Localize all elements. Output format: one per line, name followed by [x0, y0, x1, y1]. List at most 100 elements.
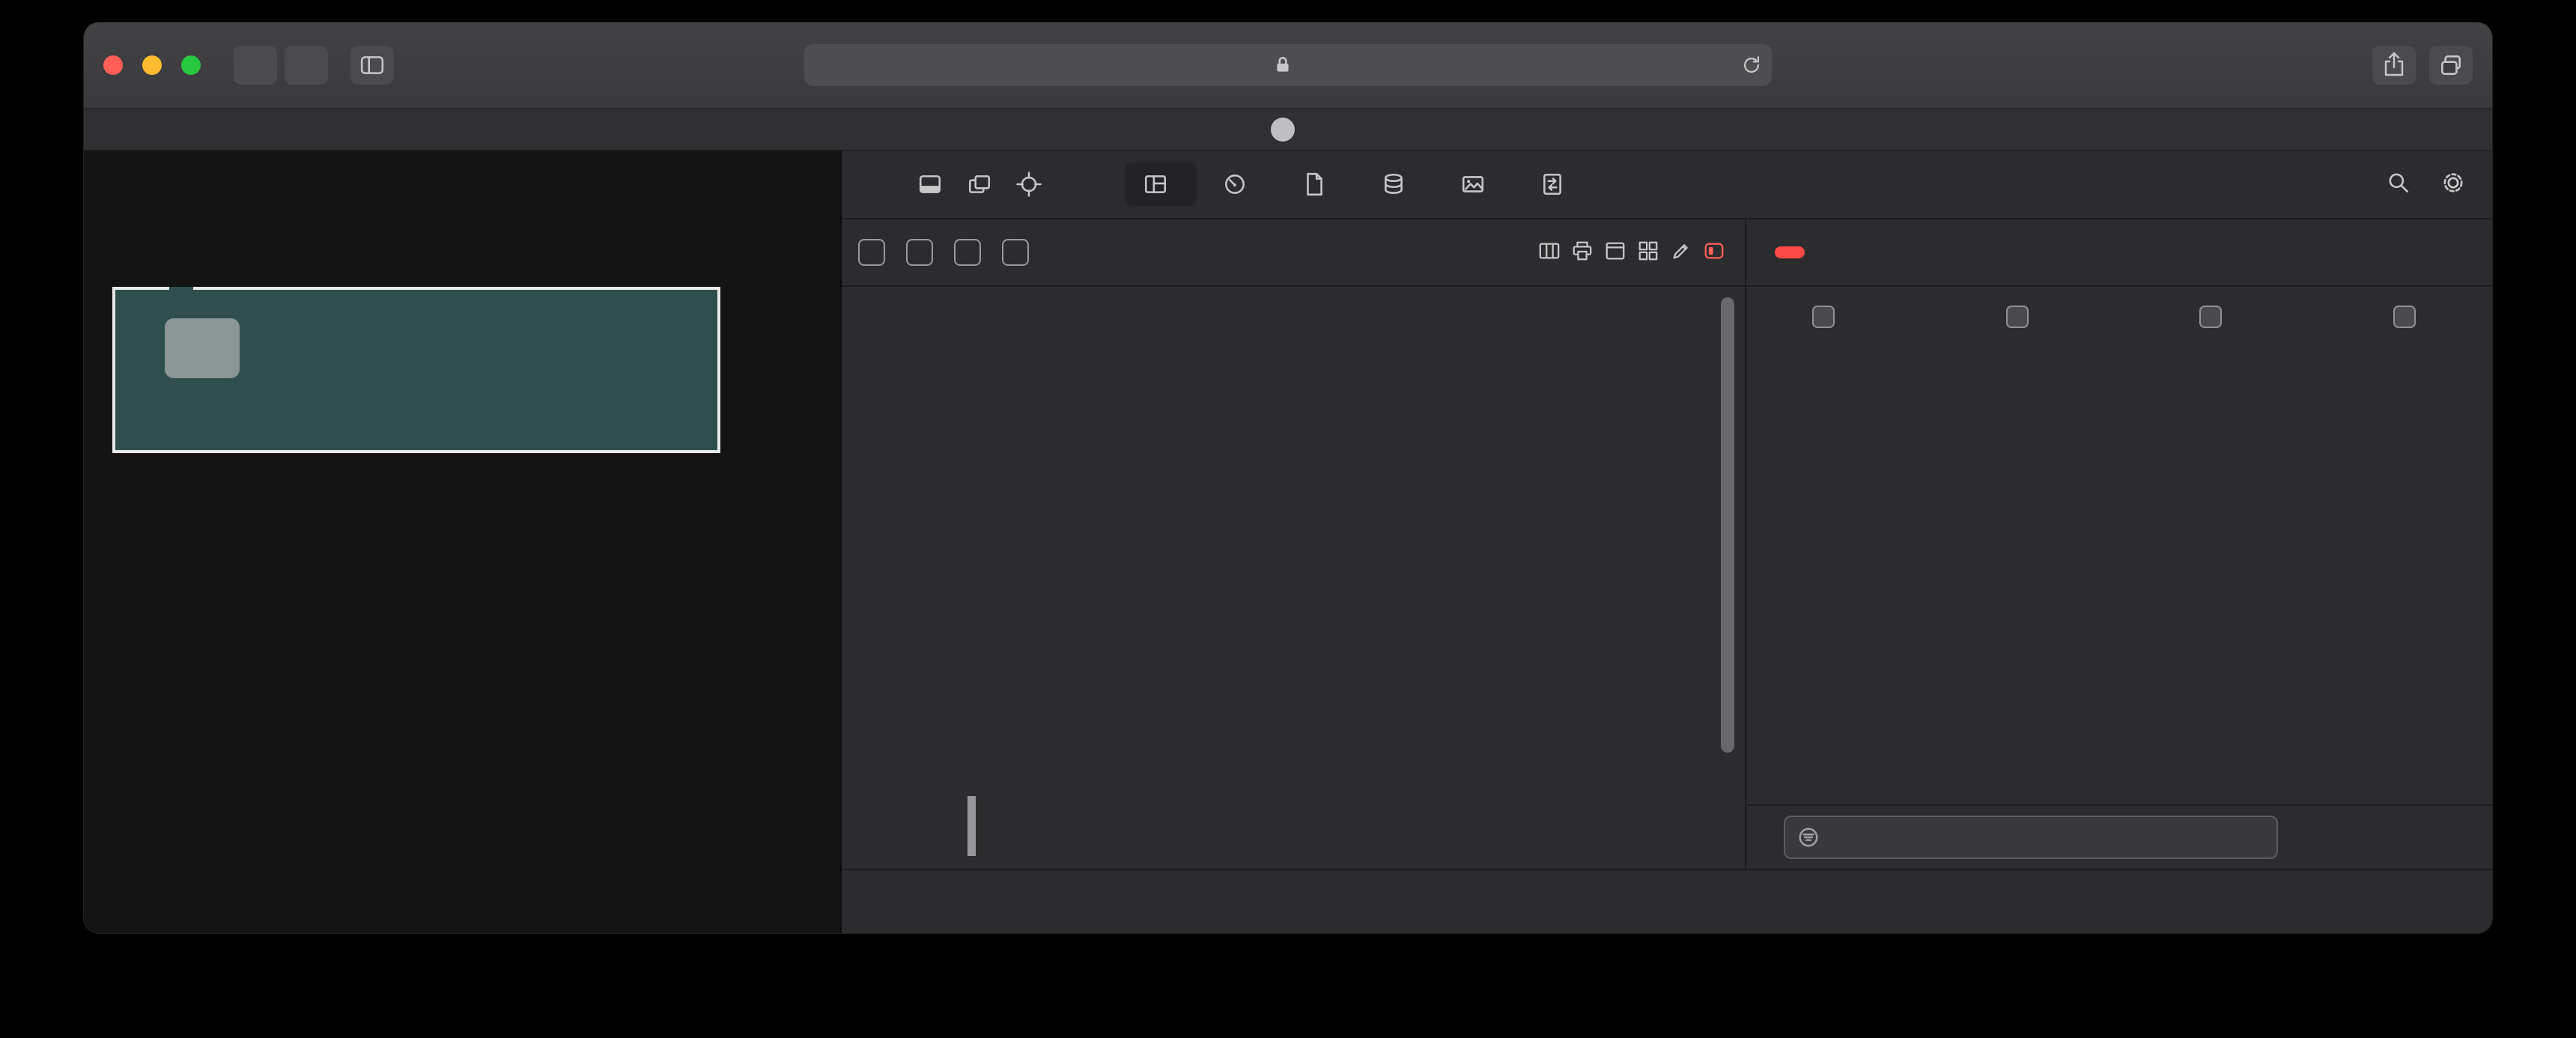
- tabs-overview-button[interactable]: [2429, 46, 2473, 85]
- window-minimize-button[interactable]: [142, 55, 162, 75]
- inspector-main: [842, 287, 2492, 933]
- share-button[interactable]: [2372, 46, 2416, 85]
- browser-window: [84, 22, 2492, 933]
- settings-button[interactable]: [2440, 169, 2467, 200]
- sidebar-toggle-button[interactable]: [350, 46, 394, 85]
- breadcrumb-item-body[interactable]: [906, 239, 933, 266]
- breadcrumb-item-form[interactable]: [954, 239, 981, 266]
- checkbox-icon: [2393, 306, 2416, 328]
- search-icon: [2389, 173, 2408, 192]
- columns-icon: [1539, 243, 1560, 258]
- tab-styles[interactable]: [1775, 246, 1805, 258]
- element-badge: [954, 239, 981, 266]
- console-prompt-bar[interactable]: [842, 869, 2492, 933]
- graphics-icon: [1462, 176, 1484, 192]
- breadcrumb-item-fieldset[interactable]: [1002, 239, 1029, 266]
- print-styles-button[interactable]: [1571, 240, 1594, 266]
- grid-overlay-button[interactable]: [1637, 240, 1659, 266]
- inspector-second-row: [842, 219, 2492, 287]
- filter-icon: [1799, 828, 1818, 847]
- tab-layers[interactable]: [2434, 246, 2464, 258]
- dock-bottom-button[interactable]: [909, 163, 951, 206]
- dock-bottom-icon: [919, 175, 941, 193]
- inspector-toolbar: [842, 151, 2492, 219]
- back-button[interactable]: [234, 46, 277, 85]
- tabs-overview-icon: [2441, 55, 2461, 75]
- tab-changes[interactable]: [2104, 246, 2134, 258]
- styles-filter-bar: [1746, 804, 2492, 869]
- reload-button[interactable]: [1740, 54, 1763, 82]
- crosshair-icon: [1016, 172, 1042, 197]
- forward-button[interactable]: [285, 46, 328, 85]
- dom-gutter-marker: [967, 796, 976, 856]
- sources-icon: [1307, 172, 1322, 196]
- undock-button[interactable]: [959, 163, 1000, 206]
- edit-dom-button[interactable]: [1670, 240, 1692, 266]
- search-button[interactable]: [2386, 170, 2411, 199]
- element-badge: [858, 239, 885, 266]
- tab-graphics[interactable]: [1442, 163, 1514, 206]
- checkbox-icon: [2199, 306, 2223, 328]
- browser-toolbar: [84, 22, 2492, 109]
- tab-elements[interactable]: [1125, 163, 1197, 206]
- dom-tree-panel: [842, 287, 1745, 869]
- tab-favicon: [1271, 117, 1295, 142]
- lorem-button[interactable]: [165, 318, 240, 378]
- audit-icon: [1543, 173, 1561, 195]
- window-zoom-button[interactable]: [181, 55, 201, 75]
- pseudo-class-toggles: [1746, 287, 2492, 347]
- inspector-tabs: [1125, 163, 1594, 206]
- sidebar-icon: [360, 56, 384, 74]
- pseudo-visited-toggle[interactable]: [2393, 306, 2426, 328]
- window-content: [84, 151, 2492, 933]
- element-badges-button[interactable]: [1703, 240, 1725, 266]
- window-icon: [1606, 242, 1625, 259]
- web-inspector: [840, 151, 2492, 933]
- toolbar-right-buttons: [2372, 46, 2473, 85]
- breadcrumb: [842, 219, 1745, 285]
- styles-panel: [1745, 287, 2492, 869]
- tab-audit[interactable]: [1522, 163, 1594, 206]
- breadcrumb-item-html[interactable]: [858, 239, 885, 266]
- pseudo-focus-toggle[interactable]: [2005, 306, 2039, 328]
- window-close-button[interactable]: [103, 55, 123, 75]
- page-fieldset: [112, 287, 720, 453]
- network-icon: [1225, 174, 1245, 194]
- screen: { "chrome": { "url": "color-scheme-prefe…: [0, 0, 2576, 1038]
- frames-button[interactable]: [1604, 240, 1626, 266]
- tab-network[interactable]: [1204, 163, 1276, 206]
- pseudo-active-toggle[interactable]: [1812, 306, 1845, 328]
- address-bar[interactable]: [804, 44, 1772, 86]
- inspector-panels: [842, 287, 2492, 869]
- rulers-button[interactable]: [1538, 240, 1561, 266]
- active-tab[interactable]: [1271, 117, 1305, 142]
- tab-bar: [84, 109, 2492, 151]
- share-icon: [2384, 52, 2404, 76]
- filter-input[interactable]: [1784, 816, 2278, 859]
- grid-icon: [1638, 241, 1658, 260]
- gear-icon: [2443, 172, 2463, 192]
- style-rules: [1746, 347, 2492, 804]
- separate-window-icon: [968, 175, 991, 193]
- printer-icon: [1573, 241, 1592, 260]
- element-badge: [1002, 239, 1029, 266]
- tab-node[interactable]: [2269, 246, 2299, 258]
- tab-computed[interactable]: [1939, 246, 1969, 258]
- tab-storage[interactable]: [1363, 163, 1435, 206]
- checkbox-icon: [2005, 306, 2029, 328]
- dom-toolbar-icons: [1538, 240, 1745, 266]
- reload-icon: [1744, 56, 1760, 73]
- inspect-element-button[interactable]: [1008, 163, 1050, 206]
- lock-icon: [1277, 56, 1289, 72]
- inspector-toolbar-right: [2357, 169, 2474, 200]
- element-badge-icon: [1704, 243, 1724, 258]
- pseudo-hover-toggle[interactable]: [2199, 306, 2232, 328]
- window-controls: [103, 55, 201, 75]
- checkbox-icon: [1812, 306, 1835, 328]
- styles-sidebar-tabs: [1745, 219, 2492, 285]
- dom-scrollbar[interactable]: [1721, 297, 1734, 753]
- close-inspector-button[interactable]: [860, 163, 902, 206]
- element-badge: [906, 239, 933, 266]
- elements-icon: [1144, 175, 1167, 193]
- tab-sources[interactable]: [1284, 163, 1355, 206]
